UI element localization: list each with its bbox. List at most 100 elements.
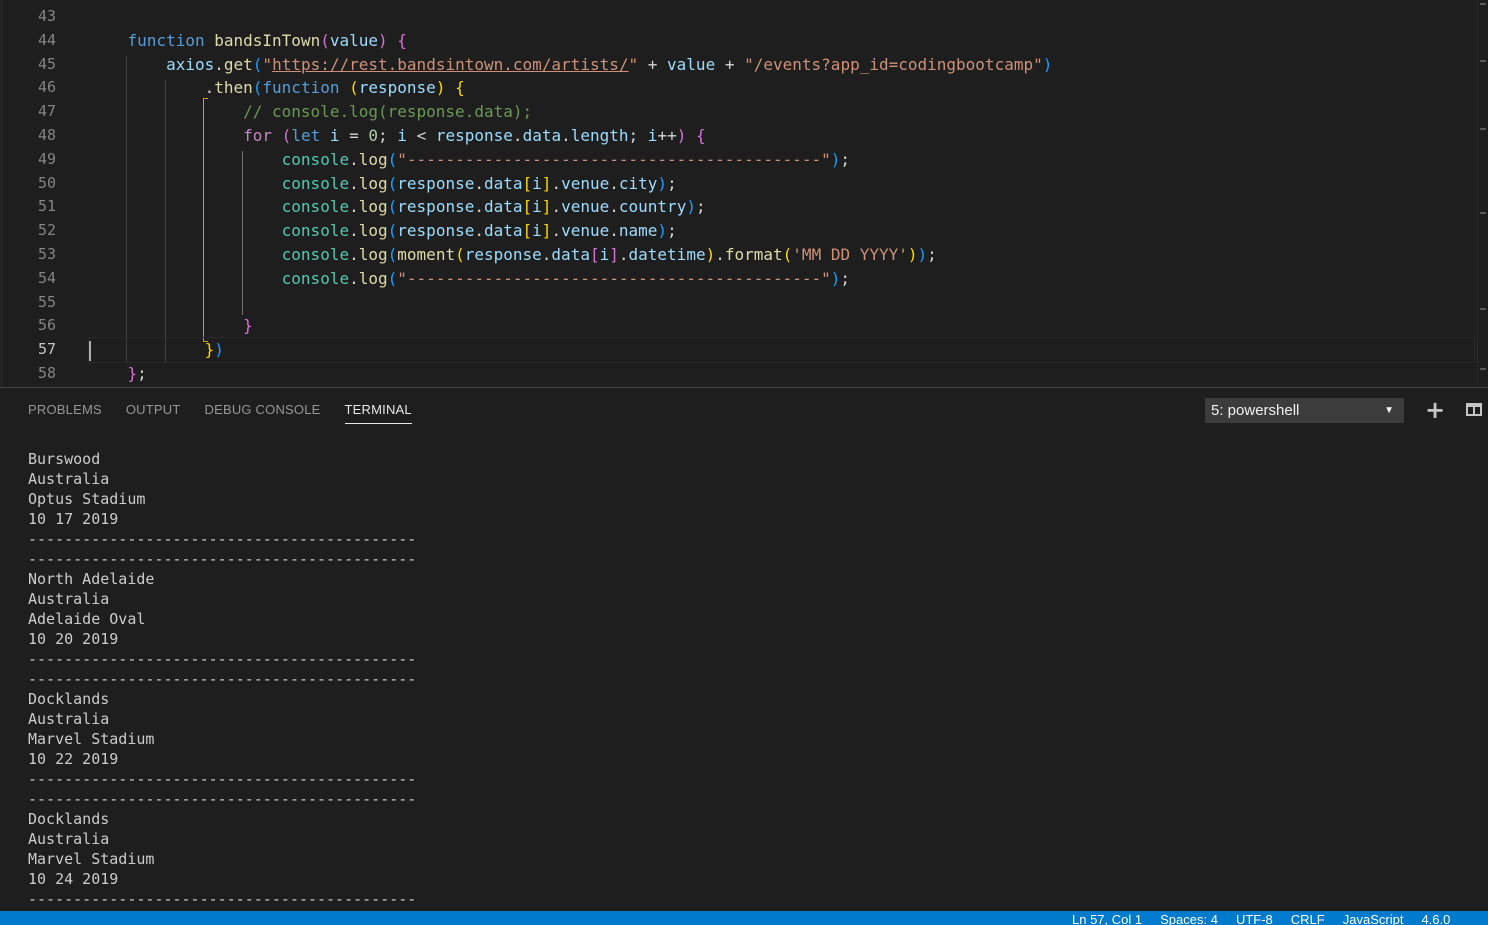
code-token: . (715, 244, 725, 264)
code-token: then (214, 78, 253, 98)
code-token: log (358, 149, 388, 169)
scroll-marker (1480, 308, 1486, 310)
code-token: i (532, 173, 542, 193)
code-token: . (474, 221, 484, 241)
code-token: ; (667, 221, 677, 241)
code-line[interactable]: // console.log(response.data); (89, 100, 1474, 124)
code-token: ) (657, 221, 668, 241)
status-language[interactable]: JavaScript (1343, 913, 1404, 925)
code-token: log (358, 173, 388, 193)
code-line[interactable]: console.log("---------------------------… (89, 267, 1474, 291)
code-token: ( (387, 149, 398, 169)
code-token: ; (695, 197, 706, 217)
code-token: ) (378, 30, 388, 50)
tab-output[interactable]: OUTPUT (126, 402, 181, 424)
code-token: ) (907, 244, 918, 264)
code-token: response (397, 197, 475, 217)
plus-icon[interactable]: + (1425, 396, 1445, 424)
code-token: ] (609, 244, 619, 264)
code-token: ; (137, 363, 147, 383)
terminal-output[interactable]: Burswood Australia Optus Stadium 10 17 2019… (28, 449, 416, 909)
code-line[interactable] (89, 291, 1474, 315)
tab-debug-console[interactable]: DEBUG CONSOLE (205, 402, 321, 424)
code-token: format (724, 244, 783, 264)
code-token: console (281, 173, 350, 193)
code-token: . (349, 268, 359, 288)
code-token: log (358, 197, 388, 217)
line-number: 43 (37, 7, 56, 25)
terminal-line: Marvel Stadium (28, 730, 155, 748)
code-line[interactable]: console.log(moment(response.data[i].date… (89, 243, 1474, 267)
code-token: venue (561, 173, 610, 193)
code-token: [ (589, 244, 600, 264)
code-token: for (243, 125, 273, 145)
code-line[interactable]: .then(function (response) { (89, 76, 1474, 100)
code-token: ] (541, 221, 552, 241)
code-editor[interactable]: 43 44 45 46 47 48 49 50 51 52 53 54 55 56 57 58 functio… (0, 0, 1488, 387)
code-token: ) (435, 78, 446, 98)
code-token: ( (320, 30, 330, 50)
code-line[interactable]: axios.get("https://rest.bandsintown.com/… (89, 53, 1474, 77)
code-token: = (339, 125, 369, 145)
scroll-marker (1480, 3, 1486, 5)
terminal-select-dropdown[interactable]: 5: powershell ▼ (1205, 398, 1404, 423)
code-line[interactable]: function bandsInTown(value) { (89, 29, 1474, 53)
code-token: response (464, 244, 542, 264)
line-number: 49 (37, 149, 56, 168)
code-line[interactable]: console.log(response.data[i].venue.name)… (89, 219, 1474, 243)
code-token: console (281, 197, 350, 217)
code-token: ) (705, 244, 716, 264)
code-token: . (474, 173, 484, 193)
status-indentation[interactable]: Spaces: 4 (1160, 913, 1218, 925)
code-token: ( (387, 173, 398, 193)
code-token: ; (628, 125, 648, 145)
code-token: "---------------------------------------… (397, 149, 831, 169)
code-lines[interactable]: function bandsInTown(value) { axios.get(… (88, 5, 1475, 386)
code-token: console (281, 221, 350, 241)
code-token: i (647, 125, 658, 145)
line-number: 55 (37, 292, 56, 311)
code-token: ; (840, 149, 851, 169)
code-line[interactable]: } (89, 314, 1474, 338)
split-icon[interactable] (1466, 403, 1482, 416)
terminal-line: Australia (28, 830, 110, 848)
code-line[interactable]: for (let i = 0; i < response.data.length… (89, 124, 1474, 148)
code-token: ) (830, 149, 841, 169)
status-version[interactable]: 4.6.0 (1421, 913, 1450, 925)
line-number: 46 (37, 78, 56, 97)
status-eol[interactable]: CRLF (1291, 913, 1325, 925)
code-line[interactable]: }; (89, 362, 1474, 386)
terminal-line: ----------------------------------------… (28, 790, 417, 808)
code-token: + (715, 54, 745, 74)
code-token: . (618, 244, 629, 264)
code-line[interactable]: console.log(response.data[i].venue.count… (89, 195, 1474, 219)
scroll-marker (1480, 60, 1486, 62)
code-line[interactable]: console.log("---------------------------… (89, 148, 1474, 172)
tab-terminal[interactable]: TERMINAL (344, 402, 412, 424)
code-line[interactable]: }) (88, 337, 1475, 363)
editor-scrollbar[interactable] (1477, 0, 1488, 387)
status-encoding[interactable]: UTF-8 (1236, 913, 1273, 925)
tab-problems[interactable]: PROBLEMS (28, 402, 102, 424)
code-token: } (204, 340, 215, 360)
terminal-line: ----------------------------------------… (28, 890, 417, 908)
code-token: log (358, 221, 388, 241)
bottom-panel: PROBLEMS OUTPUT DEBUG CONSOLE TERMINAL 5… (0, 387, 1488, 912)
code-line[interactable] (89, 5, 1474, 29)
terminal-select-value: 5: powershell (1211, 402, 1300, 419)
terminal-line: Adelaide Oval (28, 610, 146, 628)
code-line[interactable]: console.log(response.data[i].venue.city)… (89, 172, 1474, 196)
status-cursor-position[interactable]: Ln 57, Col 1 (1072, 913, 1142, 925)
code-token: city (618, 173, 658, 193)
line-number: 50 (37, 173, 56, 192)
